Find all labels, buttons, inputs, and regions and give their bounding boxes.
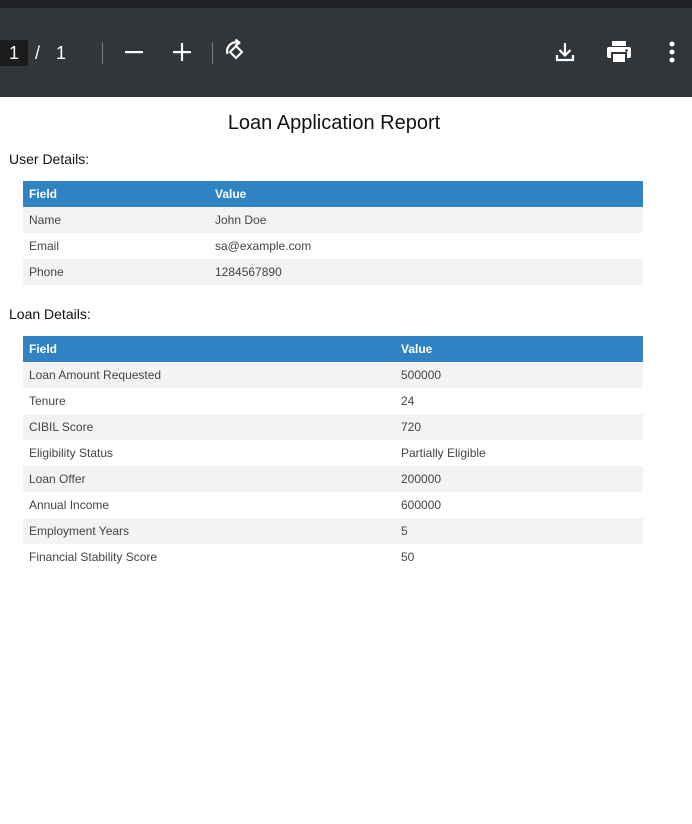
page-separator: / [35,43,41,63]
table-row: Name John Doe [23,207,643,233]
field-cell: Employment Years [23,518,395,544]
zoom-out-icon [125,51,143,54]
value-cell: 50 [395,544,643,570]
value-cell: 24 [395,388,643,414]
field-cell: Phone [23,259,209,285]
value-cell: 1284567890 [209,259,643,285]
page-number-input[interactable]: 1 [0,40,28,66]
field-cell: Email [23,233,209,259]
value-cell: sa@example.com [209,233,643,259]
toolbar-divider [102,42,103,64]
user-details-table: Field Value Name John Doe Email sa@examp… [23,181,643,285]
rotate-icon [225,38,244,60]
table-header-row: Field Value [23,336,643,362]
toolbar-divider [212,42,213,64]
field-cell: Financial Stability Score [23,544,395,570]
pdf-page: Loan Application Report User Details: Fi… [0,97,692,824]
field-cell: Name [23,207,209,233]
column-header-value: Value [395,336,643,362]
table-row: Annual Income 600000 [23,492,643,518]
field-cell: CIBIL Score [23,414,395,440]
field-cell: Loan Offer [23,466,395,492]
loan-details-table: Field Value Loan Amount Requested 500000… [23,336,643,570]
field-cell: Eligibility Status [23,440,395,466]
table-row: Tenure 24 [23,388,643,414]
field-cell: Tenure [23,388,395,414]
table-row: Phone 1284567890 [23,259,643,285]
print-button[interactable] [599,32,639,72]
download-icon [555,43,575,62]
print-icon [607,41,631,64]
column-header-value: Value [209,181,643,207]
zoom-in-button[interactable] [162,32,202,72]
report-title: Loan Application Report [227,112,441,134]
table-row: Employment Years 5 [23,518,643,544]
table-row: Email sa@example.com [23,233,643,259]
more-options-button[interactable] [652,32,692,72]
table-row: CIBIL Score 720 [23,414,643,440]
table-row: Eligibility Status Partially Eligible [23,440,643,466]
more-vert-icon [669,41,675,63]
value-cell: 600000 [395,492,643,518]
window-top-strip [0,0,692,8]
user-details-heading: User Details: [9,151,90,167]
value-cell: 5 [395,518,643,544]
column-header-field: Field [23,181,209,207]
column-header-field: Field [23,336,395,362]
pdf-toolbar: 1 / 1 [0,8,692,97]
loan-details-heading: Loan Details: [9,306,91,322]
field-cell: Loan Amount Requested [23,362,395,388]
zoom-out-button[interactable] [114,32,154,72]
value-cell: John Doe [209,207,643,233]
value-cell: 720 [395,414,643,440]
table-row: Financial Stability Score 50 [23,544,643,570]
page-total: 1 [56,43,67,63]
value-cell: Partially Eligible [395,440,643,466]
table-header-row: Field Value [23,181,643,207]
zoom-in-icon [173,43,191,61]
table-row: Loan Offer 200000 [23,466,643,492]
field-cell: Annual Income [23,492,395,518]
download-button[interactable] [545,32,585,72]
value-cell: 200000 [395,466,643,492]
table-row: Loan Amount Requested 500000 [23,362,643,388]
rotate-button[interactable] [216,32,256,72]
value-cell: 500000 [395,362,643,388]
